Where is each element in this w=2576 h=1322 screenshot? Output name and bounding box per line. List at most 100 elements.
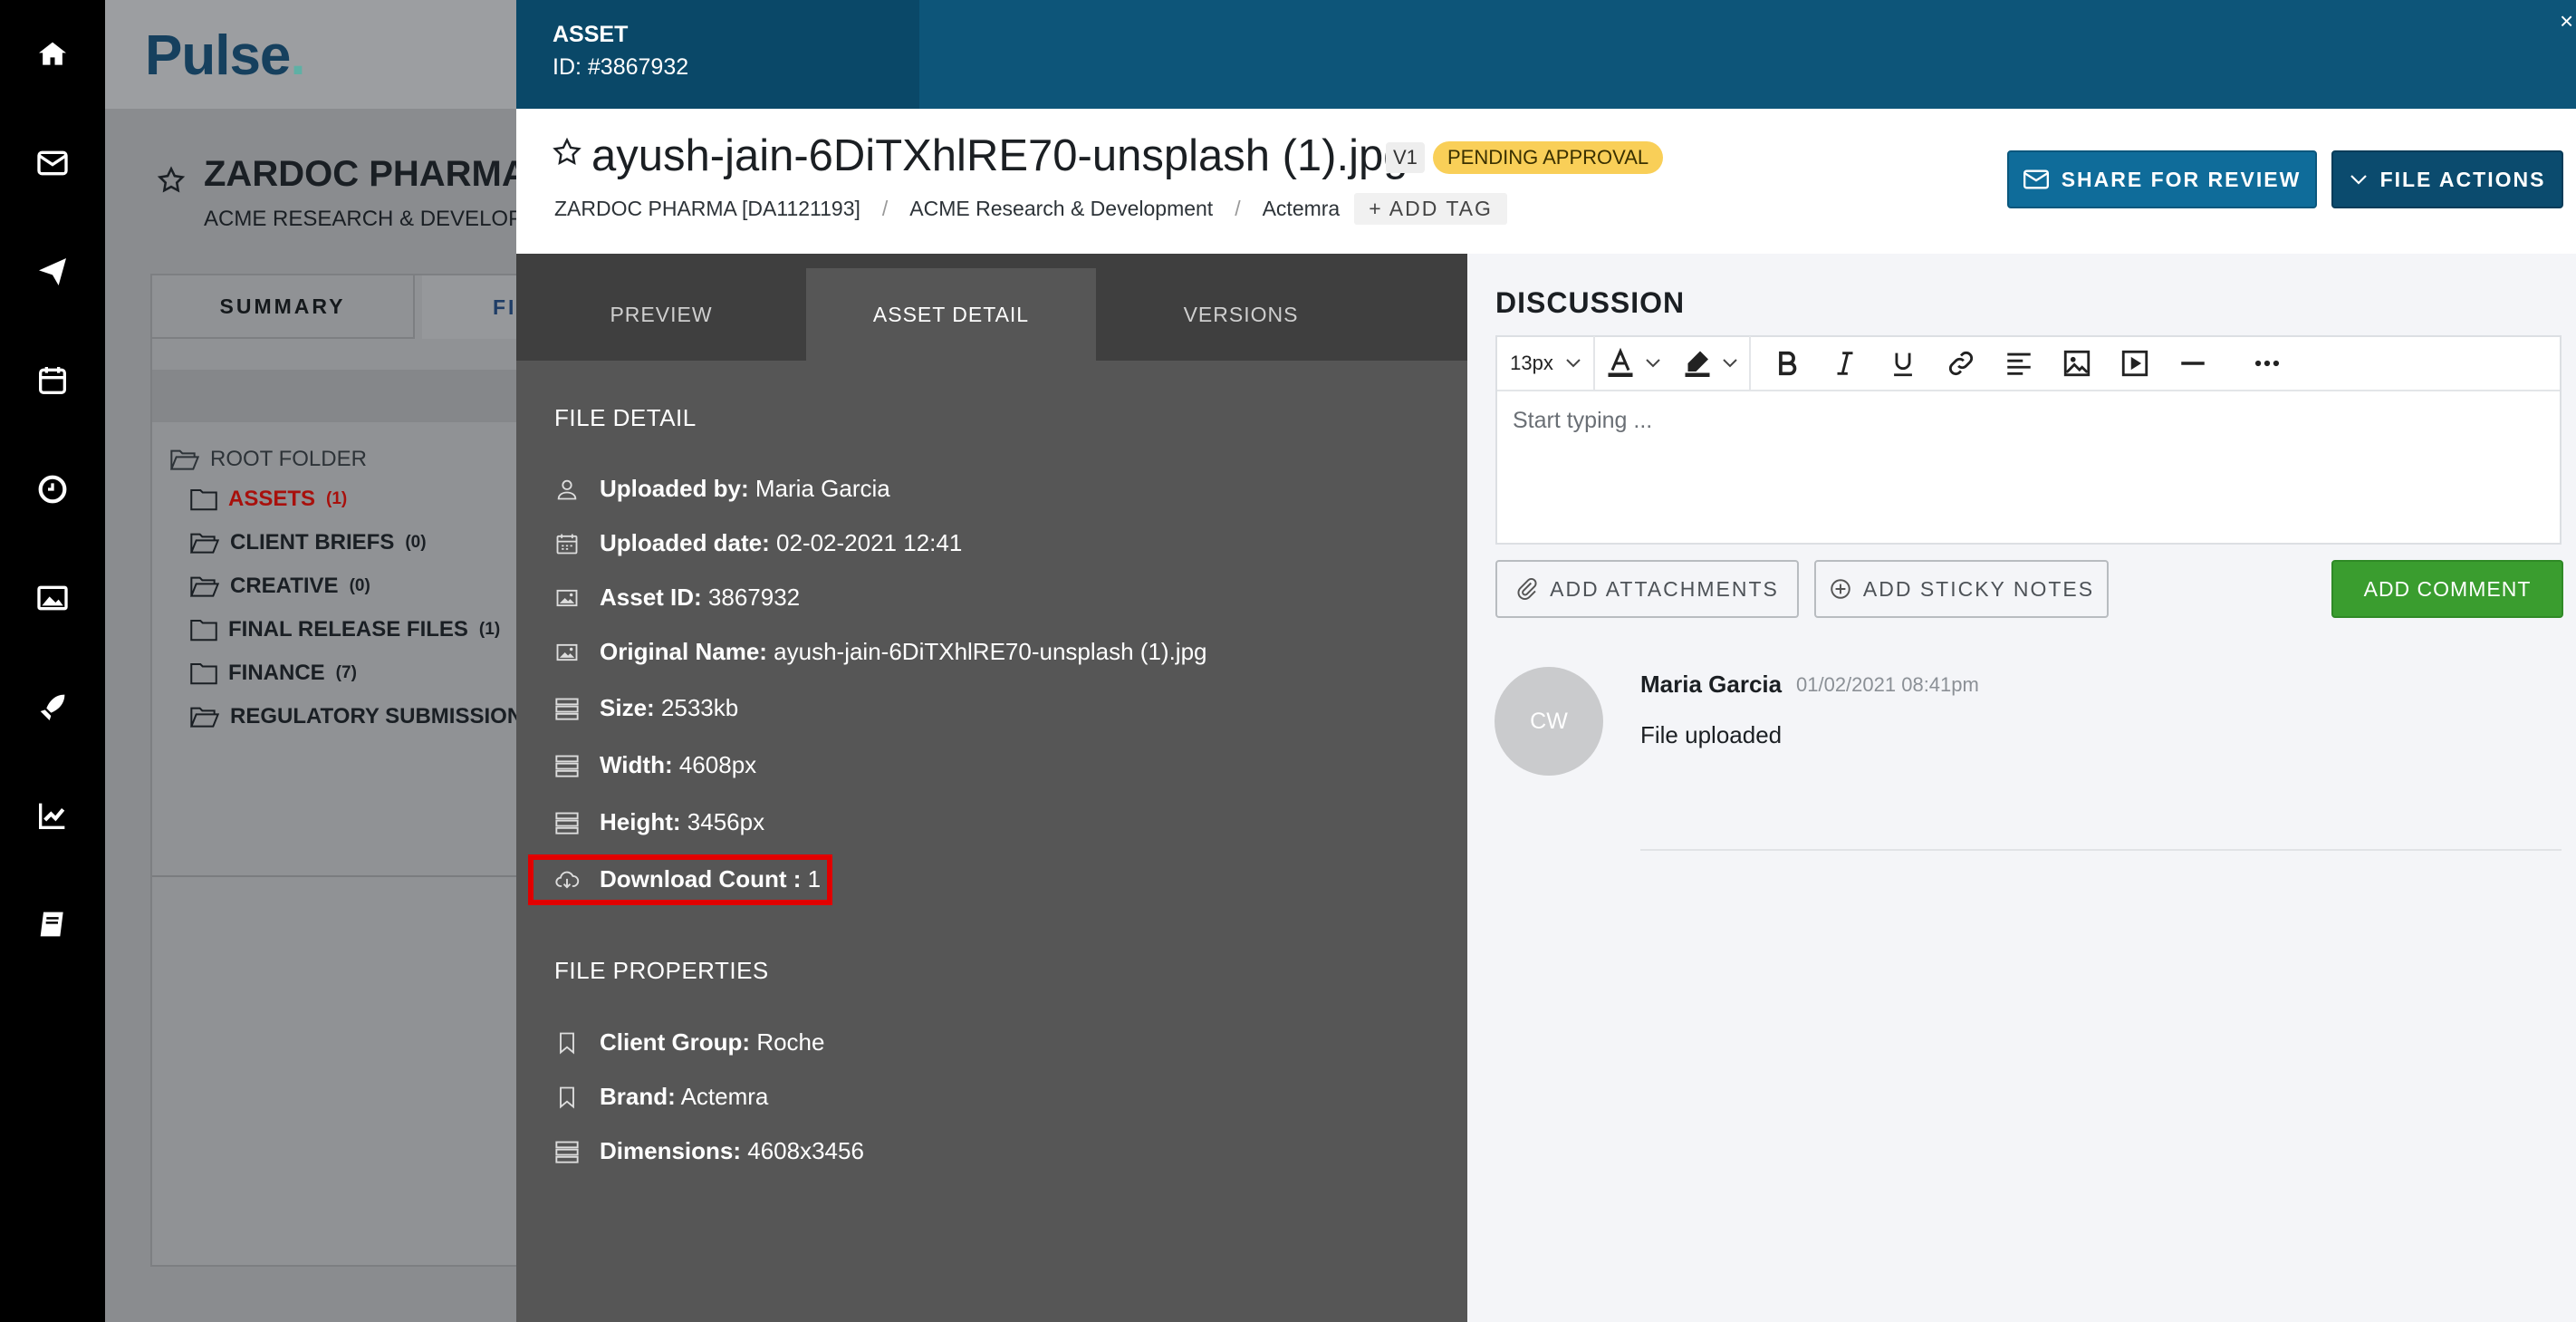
folder-open-icon xyxy=(190,576,219,597)
folder-open-icon xyxy=(190,533,219,554)
rocket-icon[interactable] xyxy=(34,689,71,725)
horizontal-rule-button[interactable] xyxy=(2164,336,2222,391)
breadcrumb-client[interactable]: ZARDOC PHARMA [DA1121193] xyxy=(554,197,860,221)
tab-asset-detail[interactable]: ASSET DETAIL xyxy=(806,268,1096,361)
folder-icon xyxy=(190,489,217,511)
share-for-review-button[interactable]: SHARE FOR REVIEW xyxy=(2007,150,2317,208)
image-icon xyxy=(556,589,578,606)
add-sticky-notes-button[interactable]: ADD STICKY NOTES xyxy=(1814,560,2109,618)
file-actions-button[interactable]: FILE ACTIONS xyxy=(2331,150,2563,208)
folder-open-icon xyxy=(190,707,219,728)
align-button[interactable] xyxy=(1990,336,2048,391)
calendar-icon xyxy=(556,534,578,554)
comment-timestamp: 01/02/2021 08:41pm xyxy=(1796,673,1979,696)
italic-button[interactable] xyxy=(1816,336,1874,391)
bookmark-icon xyxy=(560,1032,574,1054)
text-color-icon xyxy=(1608,347,1633,377)
horizontal-rule-icon xyxy=(2181,362,2205,365)
breadcrumb: ZARDOC PHARMA [DA1121193] / ACME Researc… xyxy=(554,193,1507,225)
folder-regulatory-submissions[interactable]: REGULATORY SUBMISSIONS xyxy=(190,704,537,729)
chevron-down-icon xyxy=(1723,359,1737,368)
home-icon[interactable] xyxy=(34,36,71,72)
avatar: CW xyxy=(1495,667,1603,776)
asset-label: ASSET xyxy=(553,22,629,47)
folder-client-briefs[interactable]: CLIENT BRIEFS (0) xyxy=(190,530,427,555)
editor-toolbar: 13px xyxy=(1497,336,2560,391)
user-icon xyxy=(557,479,577,499)
align-left-icon xyxy=(2007,352,2031,375)
more-options-button[interactable] xyxy=(2238,336,2296,391)
folder-open-icon xyxy=(170,449,199,470)
insert-image-button[interactable] xyxy=(2048,336,2106,391)
folder-root[interactable]: ROOT FOLDER xyxy=(170,447,367,472)
file-properties-heading: FILE PROPERTIES xyxy=(554,957,769,984)
link-button[interactable] xyxy=(1932,336,1990,391)
chevron-down-icon xyxy=(2350,175,2367,185)
server-icon xyxy=(555,812,579,835)
comment-author: Maria Garcia xyxy=(1640,671,1783,698)
font-size-select[interactable]: 13px xyxy=(1497,336,1593,391)
add-tag-button[interactable]: + ADD TAG xyxy=(1354,193,1507,225)
breadcrumb-brand[interactable]: Actemra xyxy=(1263,197,1341,221)
image-icon xyxy=(556,643,578,661)
envelope-icon xyxy=(2023,169,2049,189)
folder-card xyxy=(150,274,531,1267)
server-icon xyxy=(555,755,579,777)
detail-row-uploaded-date: Uploaded date: 02-02-2021 12:41 xyxy=(554,529,962,557)
version-badge: V1 xyxy=(1386,142,1425,173)
folder-creative[interactable]: CREATIVE (0) xyxy=(190,574,370,599)
breadcrumb-separator: / xyxy=(881,197,889,220)
underline-button[interactable] xyxy=(1874,336,1932,391)
add-comment-button[interactable]: ADD COMMENT xyxy=(2331,560,2563,618)
pulse-logo: Pulse. xyxy=(145,24,306,87)
book-icon[interactable] xyxy=(34,906,71,942)
server-icon xyxy=(555,698,579,720)
add-attachments-button[interactable]: ADD ATTACHMENTS xyxy=(1495,560,1799,618)
favorite-star-icon[interactable] xyxy=(551,136,583,169)
more-horizontal-icon xyxy=(2254,360,2280,367)
folder-assets[interactable]: ASSETS (1) xyxy=(190,487,347,512)
tab-preview[interactable]: PREVIEW xyxy=(516,268,806,361)
link-icon xyxy=(1948,351,1974,376)
text-color-button[interactable] xyxy=(1593,336,1669,391)
folder-final-release-files[interactable]: FINAL RELEASE FILES (1) xyxy=(190,617,500,642)
asset-id: ID: #3867932 xyxy=(553,54,689,80)
plus-circle-icon xyxy=(1831,579,1850,599)
chevron-down-icon xyxy=(1646,359,1660,368)
discussion-heading: DISCUSSION xyxy=(1495,286,1686,319)
tab-versions[interactable]: VERSIONS xyxy=(1096,268,1386,361)
insert-video-button[interactable] xyxy=(2106,336,2164,391)
highlight-box xyxy=(528,854,832,905)
clock-icon[interactable] xyxy=(34,471,71,507)
tab-files[interactable]: FI xyxy=(422,275,531,339)
chart-icon[interactable] xyxy=(34,797,71,834)
folder-icon xyxy=(190,620,217,642)
detail-row-width: Width: 4608px xyxy=(554,751,756,779)
bold-button[interactable] xyxy=(1758,336,1816,391)
folder-finance[interactable]: FINANCE (7) xyxy=(190,661,357,686)
image-icon[interactable] xyxy=(34,580,71,616)
close-icon[interactable]: × xyxy=(2560,7,2573,35)
file-detail-heading: FILE DETAIL xyxy=(554,404,697,431)
image-icon xyxy=(2063,350,2091,377)
calendar-icon[interactable] xyxy=(34,362,71,399)
tab-summary[interactable]: SUMMARY xyxy=(152,275,415,339)
detail-row-height: Height: 3456px xyxy=(554,808,764,836)
send-icon[interactable] xyxy=(34,254,71,290)
paperclip-icon xyxy=(1517,577,1537,601)
breadcrumb-project[interactable]: ACME Research & Development xyxy=(909,197,1213,221)
left-nav-rail xyxy=(0,0,105,1322)
marker-icon xyxy=(1685,351,1710,377)
star-icon[interactable] xyxy=(156,165,187,196)
comment-input-placeholder[interactable]: Start typing ... xyxy=(1513,408,1652,434)
bold-icon xyxy=(1779,351,1797,376)
mail-icon[interactable] xyxy=(34,145,71,181)
chevron-down-icon xyxy=(1566,359,1581,368)
folder-toolbar xyxy=(152,370,531,422)
bookmark-icon xyxy=(560,1086,574,1108)
property-row-brand: Brand: Actemra xyxy=(554,1083,768,1111)
folder-icon xyxy=(190,663,217,685)
detail-row-uploaded-by: Uploaded by: Maria Garcia xyxy=(554,475,890,503)
highlight-color-button[interactable] xyxy=(1669,336,1751,391)
detail-row-size: Size: 2533kb xyxy=(554,694,738,722)
